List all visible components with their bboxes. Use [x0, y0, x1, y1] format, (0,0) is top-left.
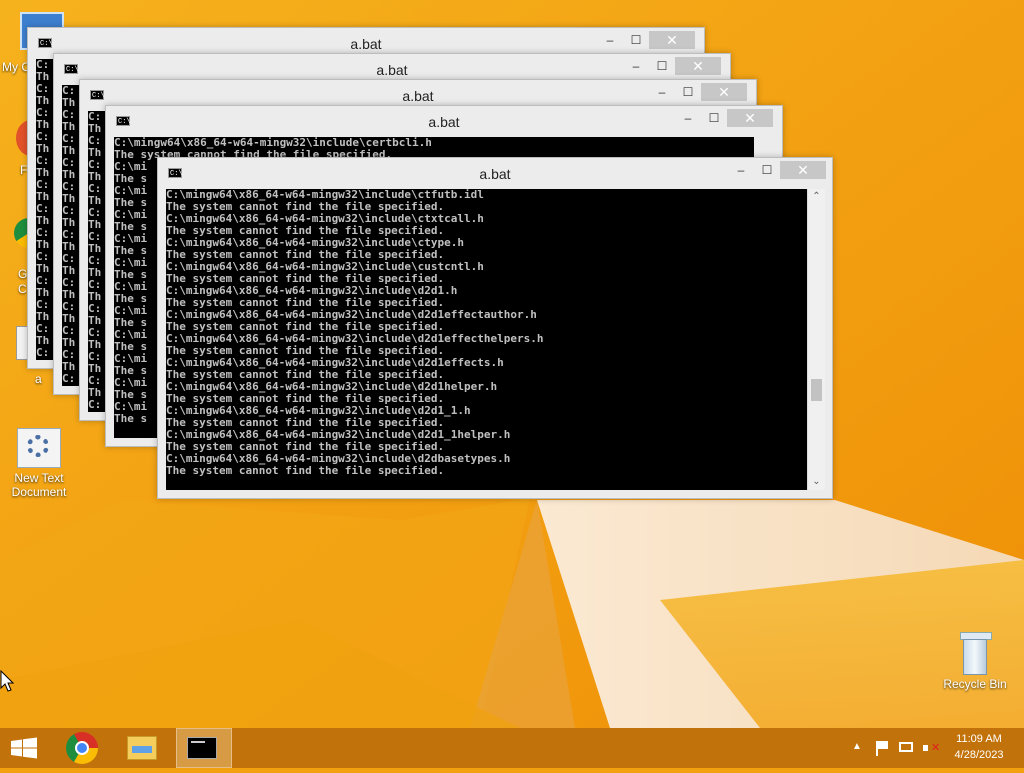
taskbar-cmd[interactable]	[176, 728, 232, 768]
vertical-scrollbar[interactable]: ⌃ ⌄	[807, 189, 825, 490]
taskbar: ▲ ✕ 11:09 AM 4/28/2023	[0, 728, 1024, 768]
mouse-cursor-icon	[0, 670, 14, 692]
taskbar-file-explorer[interactable]	[118, 728, 166, 768]
close-button[interactable]: ✕	[649, 31, 695, 49]
close-button[interactable]: ✕	[675, 57, 721, 75]
console-window-5[interactable]: C:\ a.bat – ☐ ✕ C:\mingw64\x86_64-w64-mi…	[157, 157, 833, 499]
minimize-button[interactable]: –	[597, 31, 623, 49]
chrome-icon	[66, 732, 98, 764]
cmd-icon	[187, 737, 217, 759]
console-line: The system cannot find the file specifie…	[166, 464, 445, 477]
start-button[interactable]	[0, 728, 48, 768]
maximize-button[interactable]: ☐	[623, 31, 649, 49]
desktop: My C F G C a New Text Document Recycle B…	[0, 0, 1024, 728]
volume-muted-icon[interactable]: ✕	[922, 740, 940, 756]
maximize-button[interactable]: ☐	[701, 109, 727, 127]
minimize-button[interactable]: –	[649, 83, 675, 101]
action-center-flag-icon[interactable]	[874, 740, 890, 756]
minimize-button[interactable]: –	[728, 161, 754, 179]
file-explorer-icon	[127, 736, 157, 760]
scroll-down-arrow-icon[interactable]: ⌄	[808, 474, 825, 490]
title-bar[interactable]: C:\ a.bat – ☐ ✕	[106, 106, 782, 137]
maximize-button[interactable]: ☐	[754, 161, 780, 179]
network-icon[interactable]	[898, 740, 914, 756]
close-button[interactable]: ✕	[701, 83, 747, 101]
close-button[interactable]: ✕	[780, 161, 826, 179]
taskbar-chrome[interactable]	[58, 728, 106, 768]
minimize-button[interactable]: –	[623, 57, 649, 75]
maximize-button[interactable]: ☐	[649, 57, 675, 75]
minimize-button[interactable]: –	[675, 109, 701, 127]
recycle-bin-icon	[960, 632, 992, 675]
clock-time[interactable]: 11:09 AM	[946, 733, 1012, 745]
clock-date[interactable]: 4/28/2023	[946, 749, 1012, 761]
desktop-icon-recycle-bin[interactable]: Recycle Bin	[942, 632, 1008, 691]
scrollbar-thumb[interactable]	[811, 379, 822, 401]
console-output[interactable]: C:\mingw64\x86_64-w64-mingw32\include\ct…	[166, 189, 807, 490]
scroll-up-arrow-icon[interactable]: ⌃	[808, 189, 825, 205]
maximize-button[interactable]: ☐	[675, 83, 701, 101]
desktop-icon-new-text-document[interactable]: New Text Document	[6, 428, 72, 499]
close-button[interactable]: ✕	[727, 109, 773, 127]
text-document-icon	[17, 428, 61, 468]
console-text: C:\mingw64\x86_64-w64-mingw32\include\ct…	[166, 189, 807, 477]
show-hidden-icons-button[interactable]: ▲	[850, 741, 864, 752]
title-bar[interactable]: C:\ a.bat – ☐ ✕	[158, 158, 832, 189]
windows-start-icon	[11, 737, 37, 759]
